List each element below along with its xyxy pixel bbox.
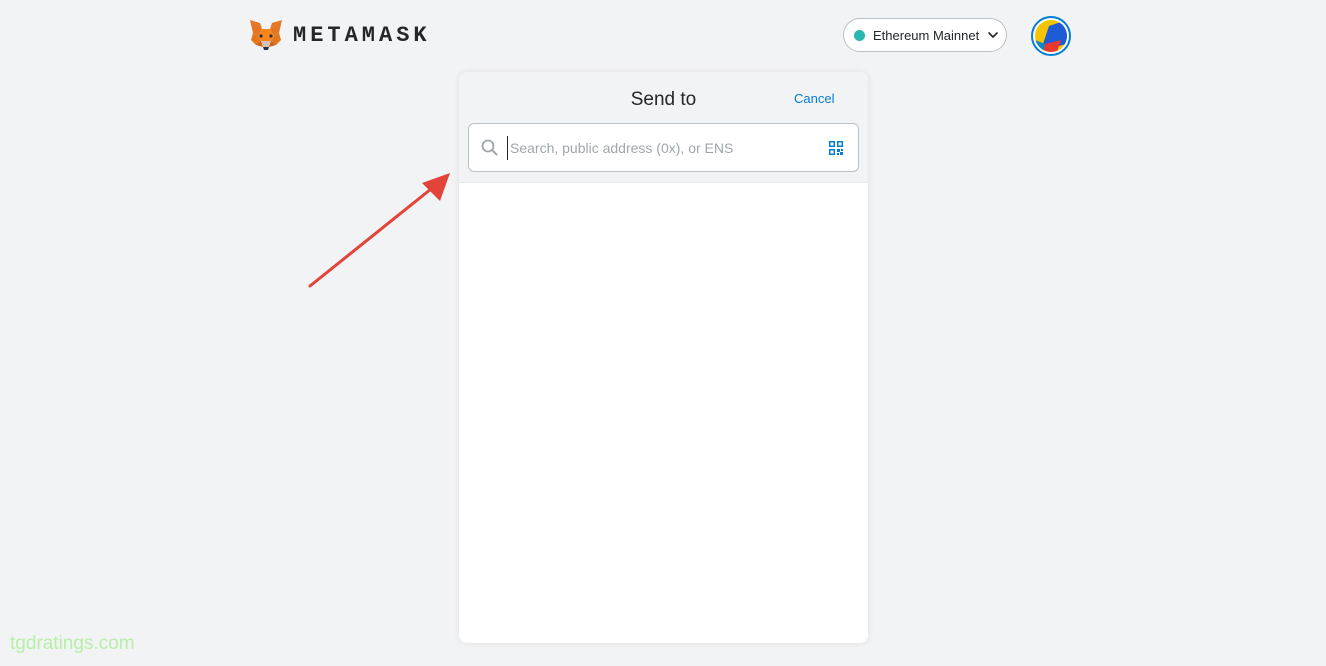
network-status-dot	[854, 29, 865, 41]
watermark: tgdratings.com	[10, 633, 135, 654]
identicon-icon	[1035, 20, 1067, 52]
recipient-list	[459, 183, 868, 643]
recipient-search-input[interactable]	[507, 135, 828, 160]
recipient-search-box[interactable]	[468, 123, 859, 172]
qr-code-icon[interactable]	[828, 140, 844, 156]
network-label: Ethereum Mainnet	[873, 27, 980, 43]
chevron-down-icon	[988, 32, 999, 38]
account-avatar[interactable]	[1031, 16, 1071, 56]
send-header: Send to Cancel	[459, 72, 868, 183]
network-selector[interactable]: Ethereum Mainnet	[843, 18, 1007, 52]
cancel-button[interactable]: Cancel	[794, 91, 834, 106]
annotation-arrow	[308, 173, 450, 288]
page: METAMASK Ethereum Mainnet Send to Cancel	[0, 0, 1326, 666]
send-card: Send to Cancel	[459, 72, 868, 643]
metamask-logo[interactable]: METAMASK	[249, 19, 431, 51]
metamask-fox-icon	[250, 20, 282, 50]
search-icon	[481, 139, 498, 156]
logo-wordmark: METAMASK	[293, 22, 431, 48]
